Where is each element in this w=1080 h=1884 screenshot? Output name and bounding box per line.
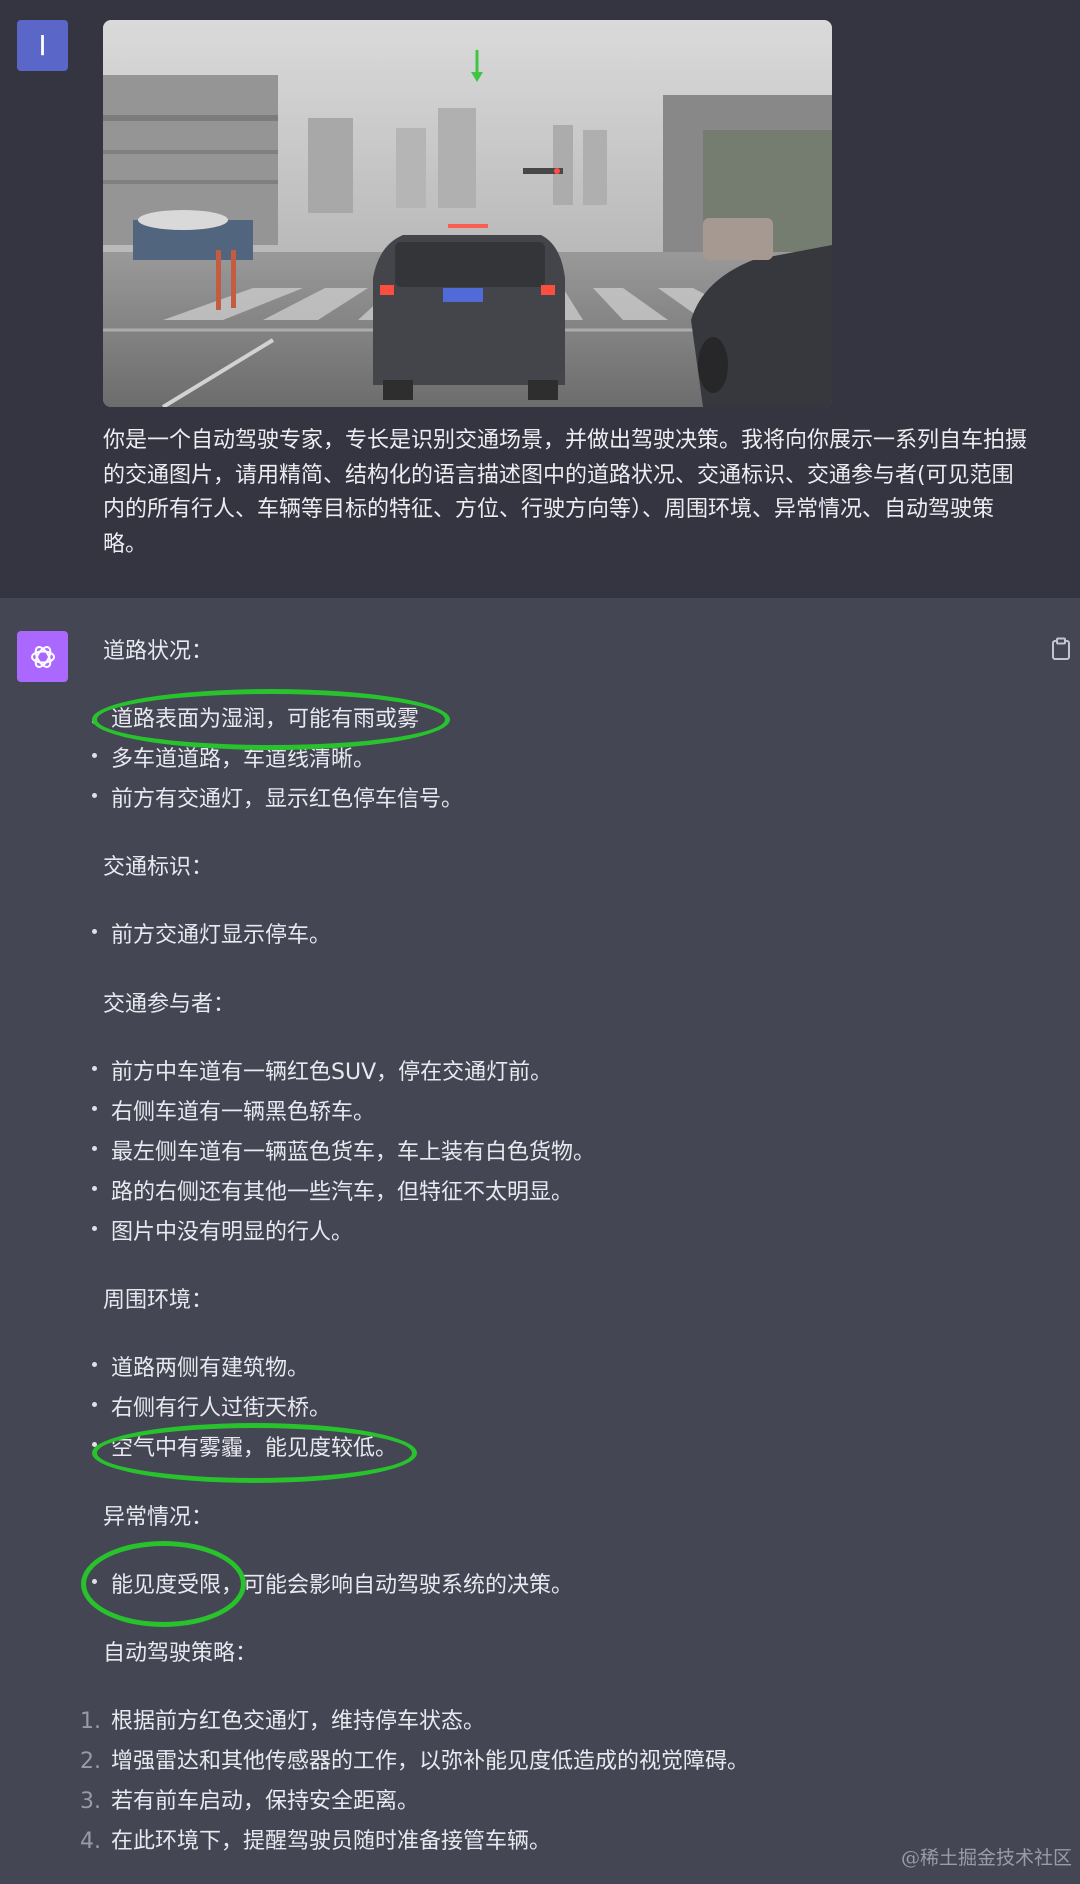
section-heading-strategy: 自动驾驶策略： bbox=[103, 1641, 258, 1666]
list-item: 前方交通灯显示停车。 bbox=[111, 923, 332, 948]
user-avatar: I bbox=[17, 20, 68, 71]
bullet bbox=[92, 1402, 97, 1407]
list-item: 图片中没有明显的行人。 bbox=[111, 1220, 354, 1245]
bullet bbox=[92, 753, 97, 758]
list-item: 道路两侧有建筑物。 bbox=[111, 1356, 310, 1381]
traffic-photo bbox=[103, 20, 832, 407]
section-heading-road: 道路状况： bbox=[103, 639, 214, 664]
list-number: 4. bbox=[80, 1829, 101, 1854]
clipboard-icon[interactable] bbox=[1050, 637, 1072, 661]
bullet bbox=[92, 929, 97, 934]
list-item: 最左侧车道有一辆蓝色货车，车上装有白色货物。 bbox=[111, 1140, 596, 1165]
list-number: 1. bbox=[80, 1709, 101, 1734]
bullet bbox=[92, 1146, 97, 1151]
section-heading-participants: 交通参与者： bbox=[103, 992, 236, 1017]
section-heading-anomalies: 异常情况： bbox=[103, 1505, 214, 1530]
bullet bbox=[92, 1106, 97, 1111]
numbered-item: 若有前车启动，保持安全距离。 bbox=[111, 1789, 420, 1814]
bullet bbox=[92, 1362, 97, 1367]
bullet bbox=[92, 793, 97, 798]
user-message: I 你是一个自动驾驶专家，专长是识别交通场景，并做出驾驶决策。我将向你展示一系列… bbox=[0, 0, 1080, 598]
highlight-circle bbox=[92, 689, 450, 750]
list-item: 右侧车道有一辆黑色轿车。 bbox=[111, 1100, 376, 1125]
list-item: 前方中车道有一辆红色SUV，停在交通灯前。 bbox=[111, 1060, 553, 1085]
list-number: 2. bbox=[80, 1749, 101, 1774]
user-prompt-text: 你是一个自动驾驶专家，专长是识别交通场景，并做出驾驶决策。我将向你展示一系列自车… bbox=[103, 428, 1028, 557]
numbered-item: 根据前方红色交通灯，维持停车状态。 bbox=[111, 1709, 486, 1734]
list-number: 3. bbox=[80, 1789, 101, 1814]
list-item: 前方有交通灯，显示红色停车信号。 bbox=[111, 787, 464, 812]
numbered-item: 在此环境下，提醒驾驶员随时准备接管车辆。 bbox=[111, 1829, 552, 1854]
list-item: 路的右侧还有其他一些汽车，但特征不太明显。 bbox=[111, 1180, 574, 1205]
bullet bbox=[92, 1066, 97, 1071]
bullet bbox=[92, 1226, 97, 1231]
list-item: 右侧有行人过街天桥。 bbox=[111, 1396, 332, 1421]
section-heading-environment: 周围环境： bbox=[103, 1288, 214, 1313]
watermark: @稀土掘金技术社区 bbox=[900, 1847, 1072, 1869]
highlight-circle bbox=[92, 1423, 417, 1483]
highlight-circle bbox=[81, 1541, 246, 1627]
numbered-item: 增强雷达和其他传感器的工作，以弥补能见度低造成的视觉障碍。 bbox=[111, 1749, 750, 1774]
bullet bbox=[92, 1186, 97, 1191]
section-heading-signs: 交通标识： bbox=[103, 855, 214, 880]
chatgpt-logo-icon bbox=[17, 631, 68, 682]
